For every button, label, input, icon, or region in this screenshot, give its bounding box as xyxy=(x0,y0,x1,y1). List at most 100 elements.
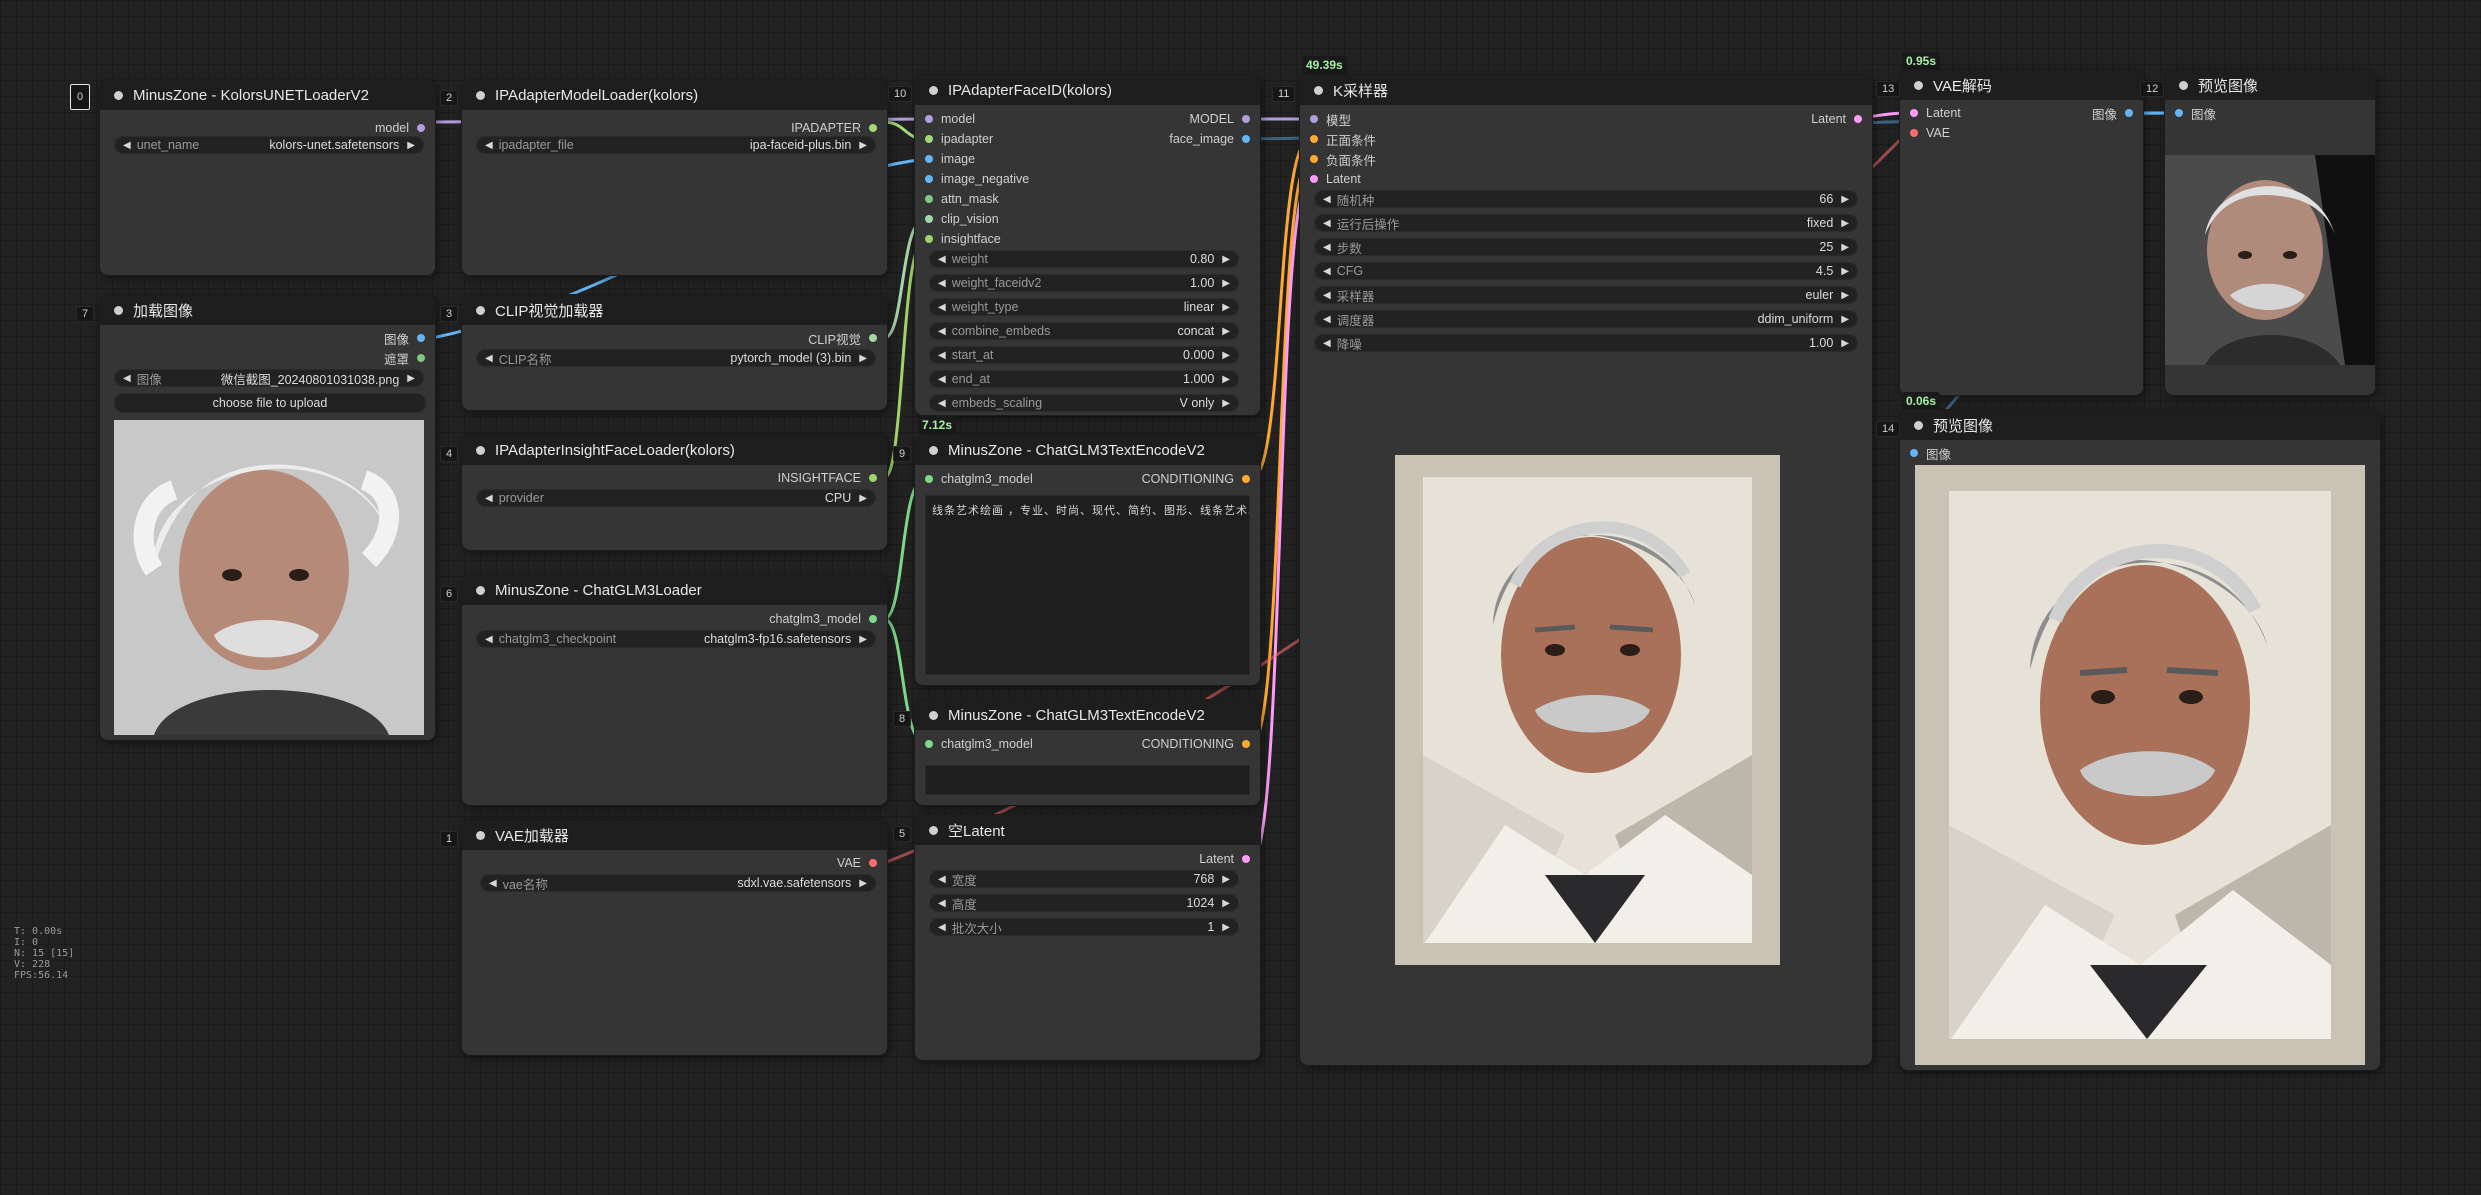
output-slot-conditioning[interactable]: CONDITIONING xyxy=(1142,470,1250,488)
slot-dot-icon[interactable] xyxy=(869,474,877,482)
arrow-left-icon[interactable]: ◀ xyxy=(1323,290,1331,301)
node-header[interactable]: IPAdapterModelLoader(kolors) xyxy=(462,80,887,110)
slot-dot-icon[interactable] xyxy=(925,195,933,203)
input-slot-model[interactable]: model xyxy=(925,110,975,128)
input-slot-image[interactable]: 图像 xyxy=(1910,444,1951,462)
node-ipadapter-model-loader[interactable]: IPAdapterModelLoader(kolors) IPADAPTER ◀… xyxy=(462,80,887,275)
input-slot-chatglm3-model[interactable]: chatglm3_model xyxy=(925,735,1033,753)
node-text-encode-negative[interactable]: MinusZone - ChatGLM3TextEncodeV2 chatglm… xyxy=(915,700,1260,805)
arrow-right-icon[interactable]: ▶ xyxy=(1222,898,1230,909)
arrow-right-icon[interactable]: ▶ xyxy=(407,140,415,151)
input-slot-attn-mask[interactable]: attn_mask xyxy=(925,190,999,208)
input-slot-positive[interactable]: 正面条件 xyxy=(1310,130,1376,148)
collapse-dot-icon[interactable] xyxy=(114,90,123,100)
arrow-right-icon[interactable]: ▶ xyxy=(1222,874,1230,885)
output-slot-ipadapter[interactable]: IPADAPTER xyxy=(791,119,877,137)
output-slot-conditioning[interactable]: CONDITIONING xyxy=(1142,735,1250,753)
number-widget-height[interactable]: ◀ 高度 1024 ▶ xyxy=(929,894,1239,912)
collapse-dot-icon[interactable] xyxy=(476,305,485,315)
upload-button[interactable]: choose file to upload xyxy=(114,393,426,413)
node-header[interactable]: 预览图像 xyxy=(2165,70,2375,100)
collapse-dot-icon[interactable] xyxy=(1914,80,1923,90)
collapse-dot-icon[interactable] xyxy=(114,305,123,315)
arrow-left-icon[interactable]: ◀ xyxy=(938,350,946,361)
arrow-left-icon[interactable]: ◀ xyxy=(1323,338,1331,349)
number-widget-steps[interactable]: ◀ 步数 25 ▶ xyxy=(1314,238,1858,256)
collapse-dot-icon[interactable] xyxy=(1314,85,1323,95)
slot-dot-icon[interactable] xyxy=(925,740,933,748)
node-clip-vision-loader[interactable]: CLIP视觉加载器 CLIP视觉 ◀ CLIP名称 pytorch_model (3… xyxy=(462,295,887,410)
slot-dot-icon[interactable] xyxy=(925,235,933,243)
arrow-right-icon[interactable]: ▶ xyxy=(407,373,415,384)
arrow-left-icon[interactable]: ◀ xyxy=(938,898,946,909)
arrow-right-icon[interactable]: ▶ xyxy=(1222,254,1230,265)
output-slot-mask[interactable]: 遮罩 xyxy=(384,349,425,367)
node-header[interactable]: MinusZone - ChatGLM3TextEncodeV2 xyxy=(915,435,1260,465)
combo-widget-image-file[interactable]: ◀ 图像 微信截图_20240801031038.png ▶ xyxy=(114,369,424,387)
node-vae-loader[interactable]: VAE加载器 VAE ◀ vae名称 sdxl.vae.safetensors ▶ xyxy=(462,820,887,1055)
node-header[interactable]: MinusZone - ChatGLM3Loader xyxy=(462,575,887,605)
slot-dot-icon[interactable] xyxy=(925,155,933,163)
collapse-dot-icon[interactable] xyxy=(929,825,938,835)
combo-widget-scheduler[interactable]: ◀ 调度器 ddim_uniform ▶ xyxy=(1314,310,1858,328)
arrow-right-icon[interactable]: ▶ xyxy=(1222,278,1230,289)
node-header[interactable]: MinusZone - KolorsUNETLoaderV2 xyxy=(100,80,435,110)
number-widget-seed[interactable]: ◀ 随机种 66 ▶ xyxy=(1314,190,1858,208)
node-unet-loader[interactable]: MinusZone - KolorsUNETLoaderV2 model ◀ un… xyxy=(100,80,435,275)
slot-dot-icon[interactable] xyxy=(869,859,877,867)
number-widget-batch-size[interactable]: ◀ 批次大小 1 ▶ xyxy=(929,918,1239,936)
arrow-left-icon[interactable]: ◀ xyxy=(1323,266,1331,277)
arrow-left-icon[interactable]: ◀ xyxy=(485,353,493,364)
arrow-right-icon[interactable]: ▶ xyxy=(1222,302,1230,313)
number-widget-width[interactable]: ◀ 宽度 768 ▶ xyxy=(929,870,1239,888)
input-slot-latent[interactable]: Latent xyxy=(1910,104,1961,122)
output-slot-clip-vision[interactable]: CLIP视觉 xyxy=(808,329,877,347)
arrow-right-icon[interactable]: ▶ xyxy=(1841,194,1849,205)
combo-widget-clip-name[interactable]: ◀ CLIP名称 pytorch_model (3).bin ▶ xyxy=(476,349,876,367)
slot-dot-icon[interactable] xyxy=(417,124,425,132)
arrow-right-icon[interactable]: ▶ xyxy=(1222,398,1230,409)
node-preview-image-14[interactable]: 预览图像 图像 xyxy=(1900,410,2380,1070)
slot-dot-icon[interactable] xyxy=(925,135,933,143)
collapse-dot-icon[interactable] xyxy=(476,445,485,455)
collapse-dot-icon[interactable] xyxy=(1914,420,1923,430)
arrow-right-icon[interactable]: ▶ xyxy=(1841,338,1849,349)
node-empty-latent[interactable]: 空Latent Latent ◀ 宽度 768 ▶ ◀ 高度 1024 ▶ ◀ 批次大小 1 ▶ xyxy=(915,815,1260,1060)
arrow-left-icon[interactable]: ◀ xyxy=(938,254,946,265)
arrow-right-icon[interactable]: ▶ xyxy=(859,634,867,645)
output-slot-face-image[interactable]: face_image xyxy=(1169,130,1250,148)
combo-widget-unet-name[interactable]: ◀ unet_name kolors-unet.safetensors ▶ xyxy=(114,136,424,154)
input-slot-chatglm3-model[interactable]: chatglm3_model xyxy=(925,470,1033,488)
combo-widget-ipadapter-file[interactable]: ◀ ipadapter_file ipa-faceid-plus.bin ▶ xyxy=(476,136,876,154)
output-slot-image[interactable]: 图像 xyxy=(384,329,425,347)
slot-dot-icon[interactable] xyxy=(1310,135,1318,143)
node-insightface-loader[interactable]: IPAdapterInsightFaceLoader(kolors) INSIG… xyxy=(462,435,887,550)
input-slot-insightface[interactable]: insightface xyxy=(925,230,1001,248)
slot-dot-icon[interactable] xyxy=(1242,740,1250,748)
slot-dot-icon[interactable] xyxy=(1910,449,1918,457)
slot-dot-icon[interactable] xyxy=(1310,155,1318,163)
slot-dot-icon[interactable] xyxy=(1310,175,1318,183)
combo-widget-sampler[interactable]: ◀ 采样器 euler ▶ xyxy=(1314,286,1858,304)
arrow-left-icon[interactable]: ◀ xyxy=(938,874,946,885)
number-widget-weight-faceidv2[interactable]: ◀ weight_faceidv2 1.00 ▶ xyxy=(929,274,1239,292)
arrow-right-icon[interactable]: ▶ xyxy=(859,140,867,151)
arrow-right-icon[interactable]: ▶ xyxy=(1841,242,1849,253)
slot-dot-icon[interactable] xyxy=(869,124,877,132)
slot-dot-icon[interactable] xyxy=(869,615,877,623)
node-chatglm3-loader[interactable]: MinusZone - ChatGLM3Loader chatglm3_mode… xyxy=(462,575,887,805)
input-slot-clip-vision[interactable]: clip_vision xyxy=(925,210,999,228)
collapse-dot-icon[interactable] xyxy=(476,90,485,100)
node-header[interactable]: 加载图像 xyxy=(100,295,435,325)
arrow-right-icon[interactable]: ▶ xyxy=(1222,350,1230,361)
slot-dot-icon[interactable] xyxy=(925,475,933,483)
combo-widget-provider[interactable]: ◀ provider CPU ▶ xyxy=(476,489,876,507)
input-slot-image-negative[interactable]: image_negative xyxy=(925,170,1029,188)
output-slot-latent[interactable]: Latent xyxy=(1811,110,1862,128)
collapse-dot-icon[interactable] xyxy=(929,85,938,95)
arrow-left-icon[interactable]: ◀ xyxy=(485,634,493,645)
node-header[interactable]: VAE解码 xyxy=(1900,70,2143,100)
combo-widget-combine-embeds[interactable]: ◀ combine_embeds concat ▶ xyxy=(929,322,1239,340)
slot-dot-icon[interactable] xyxy=(1854,115,1862,123)
arrow-left-icon[interactable]: ◀ xyxy=(938,374,946,385)
